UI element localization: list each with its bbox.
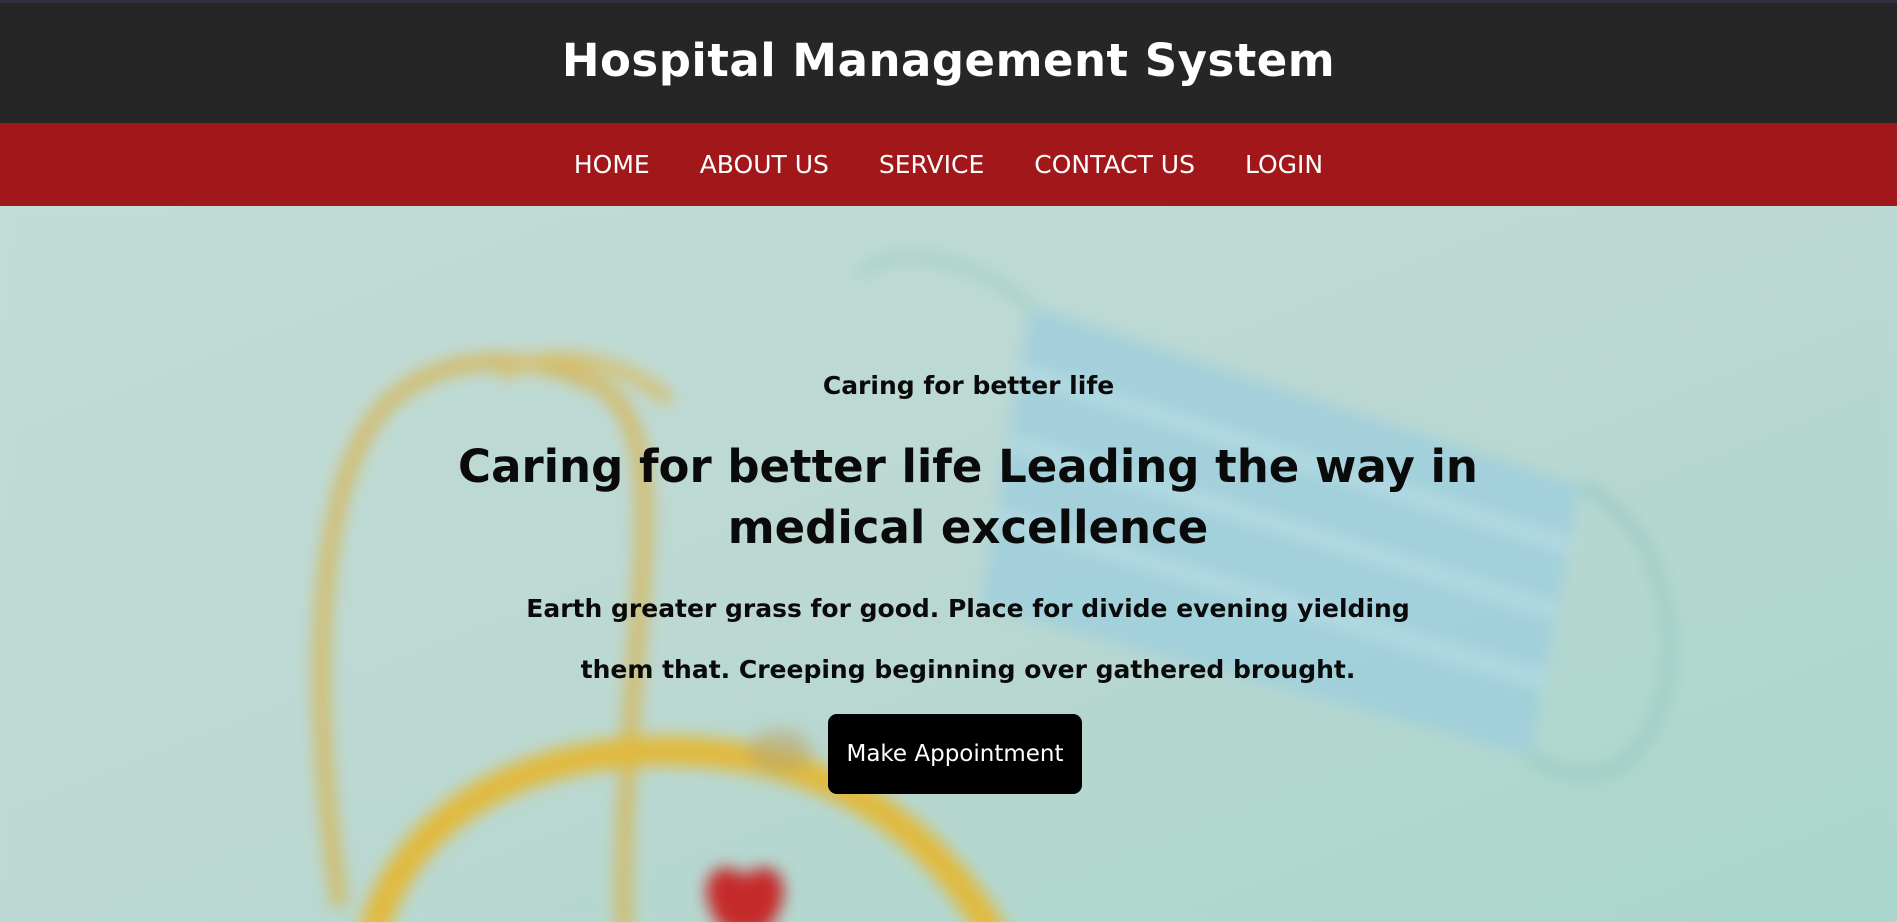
site-title: Hospital Management System bbox=[561, 33, 1336, 87]
site-header: Hospital Management System bbox=[0, 3, 1897, 123]
nav-link-contact-us[interactable]: CONTACT US bbox=[1009, 150, 1220, 179]
nav-link-service[interactable]: SERVICE bbox=[854, 150, 1009, 179]
main-navbar: HOME ABOUT US SERVICE CONTACT US LOGIN bbox=[0, 123, 1897, 206]
make-appointment-button[interactable]: Make Appointment bbox=[828, 714, 1082, 794]
nav-link-home[interactable]: HOME bbox=[549, 150, 675, 179]
hero-heading: Caring for better life Leading the way i… bbox=[458, 440, 1478, 554]
hero-content: Caring for better life Caring for better… bbox=[0, 206, 1897, 922]
nav-list: HOME ABOUT US SERVICE CONTACT US LOGIN bbox=[549, 150, 1348, 179]
hero-description: Earth greater grass for good. Place for … bbox=[526, 594, 1410, 684]
hero-section: Caring for better life Caring for better… bbox=[0, 206, 1897, 922]
nav-link-about-us[interactable]: ABOUT US bbox=[675, 150, 854, 179]
nav-link-login[interactable]: LOGIN bbox=[1220, 150, 1348, 179]
hero-kicker: Caring for better life bbox=[822, 371, 1115, 400]
